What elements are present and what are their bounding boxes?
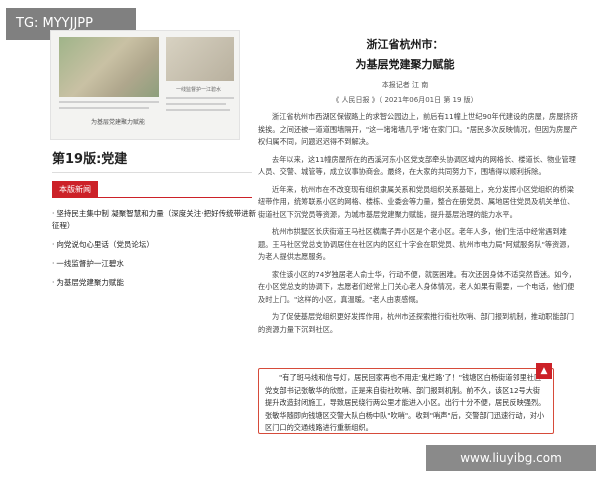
article-body: 浙江省杭州市西湖区保俶路上的求智公园边上，前后有11幢上世纪90年代建设的房屋，… xyxy=(258,111,580,341)
bullet-icon: · xyxy=(52,209,55,218)
thumbnail-photo xyxy=(59,37,159,97)
section-underline xyxy=(52,197,252,198)
article-link[interactable]: 为基层党建聚力赋能 xyxy=(56,278,124,287)
thumbnail-text-line xyxy=(166,103,226,105)
highlighted-paragraph-box: "有了斑马线和信号灯，居民回家再也不用走'鬼栏路'了！"钱塘区白杨街道邻里社区党… xyxy=(258,368,554,434)
bullet-icon: · xyxy=(52,259,55,268)
article-reporter: 本报记者 江 南 xyxy=(381,81,429,89)
article-paragraph: 浙江省杭州市西湖区保俶路上的求智公园边上，前后有11幢上世纪90年代建设的房屋，… xyxy=(258,112,578,146)
article-paragraph: 家住该小区的74岁独居老人俞士华，行动不便，就医困难。有次还因身体不适突然昏迷。… xyxy=(258,269,576,304)
edition-title: 第19版:党建 xyxy=(52,152,128,167)
thumbnail-text-line xyxy=(166,97,234,99)
bullet-icon: · xyxy=(52,278,55,287)
newspaper-page-thumbnail[interactable]: 为基层党建聚力赋能 一线监督护一江碧水 xyxy=(50,30,240,140)
thumbnail-text-line xyxy=(166,109,230,111)
article-list-item[interactable]: · 一线监督护一江碧水 xyxy=(52,258,257,270)
article-link[interactable]: 向党说句心里话（党员论坛） xyxy=(56,240,154,249)
article-kicker: 浙江省杭州市： xyxy=(366,38,444,51)
article-paragraph: 近年来，杭州市在不改变现有组织隶属关系和党员组织关系基础上，充分发挥小区党组织的… xyxy=(258,184,575,219)
thumbnail-photo-secondary xyxy=(166,37,234,81)
section-badge: 本版新闻 xyxy=(52,181,98,198)
article-paragraph: 去年以来，这11幢房屋所在的西溪河东小区党支部牵头协调区域内的网格长、楼道长、物… xyxy=(258,154,576,177)
thumbnail-text-line xyxy=(59,101,159,103)
article-headline: 为基层党建聚力赋能 xyxy=(355,58,455,71)
article-link[interactable]: 坚持民主集中制 凝聚智慧和力量（深度关注·把好传统带进新征程） xyxy=(52,209,256,230)
thumbnail-text-line xyxy=(59,107,149,109)
article-link[interactable]: 一线监督护一江碧水 xyxy=(56,259,124,268)
thumbnail-side-caption: 一线监督护一江碧水 xyxy=(176,87,222,93)
divider xyxy=(52,172,252,173)
article-paragraph: 为了促使基层党组织更好发挥作用，杭州市还探索推行街社吹哨、部门报到机制，推动职能… xyxy=(258,312,574,334)
article-paragraph: 杭州市拱墅区长庆街道王马社区横鹰子弄小区是个老小区。老年人多，他们生活中经常遇到… xyxy=(258,227,574,261)
back-to-top-button[interactable]: ▲ xyxy=(536,363,552,379)
thumbnail-caption: 为基层党建聚力赋能 xyxy=(91,119,146,126)
article-list-item[interactable]: · 为基层党建聚力赋能 xyxy=(52,277,257,289)
article-list-item[interactable]: · 向党说句心里话（党员论坛） xyxy=(52,239,257,251)
watermark: www.liuyibg.com xyxy=(426,445,596,471)
article-list-item[interactable]: · 坚持民主集中制 凝聚智慧和力量（深度关注·把好传统带进新征程） xyxy=(52,208,257,232)
article-list: · 坚持民主集中制 凝聚智慧和力量（深度关注·把好传统带进新征程） · 向党说句心里… xyxy=(52,208,257,296)
highlighted-paragraph: "有了斑马线和信号灯，居民回家再也不用走'鬼栏路'了！"钱塘区白杨街道邻里社区党… xyxy=(265,373,546,432)
bullet-icon: · xyxy=(52,240,55,249)
article-source: 《 人民日报 》（ 2021年06月01日 第 19 版） xyxy=(332,96,478,104)
